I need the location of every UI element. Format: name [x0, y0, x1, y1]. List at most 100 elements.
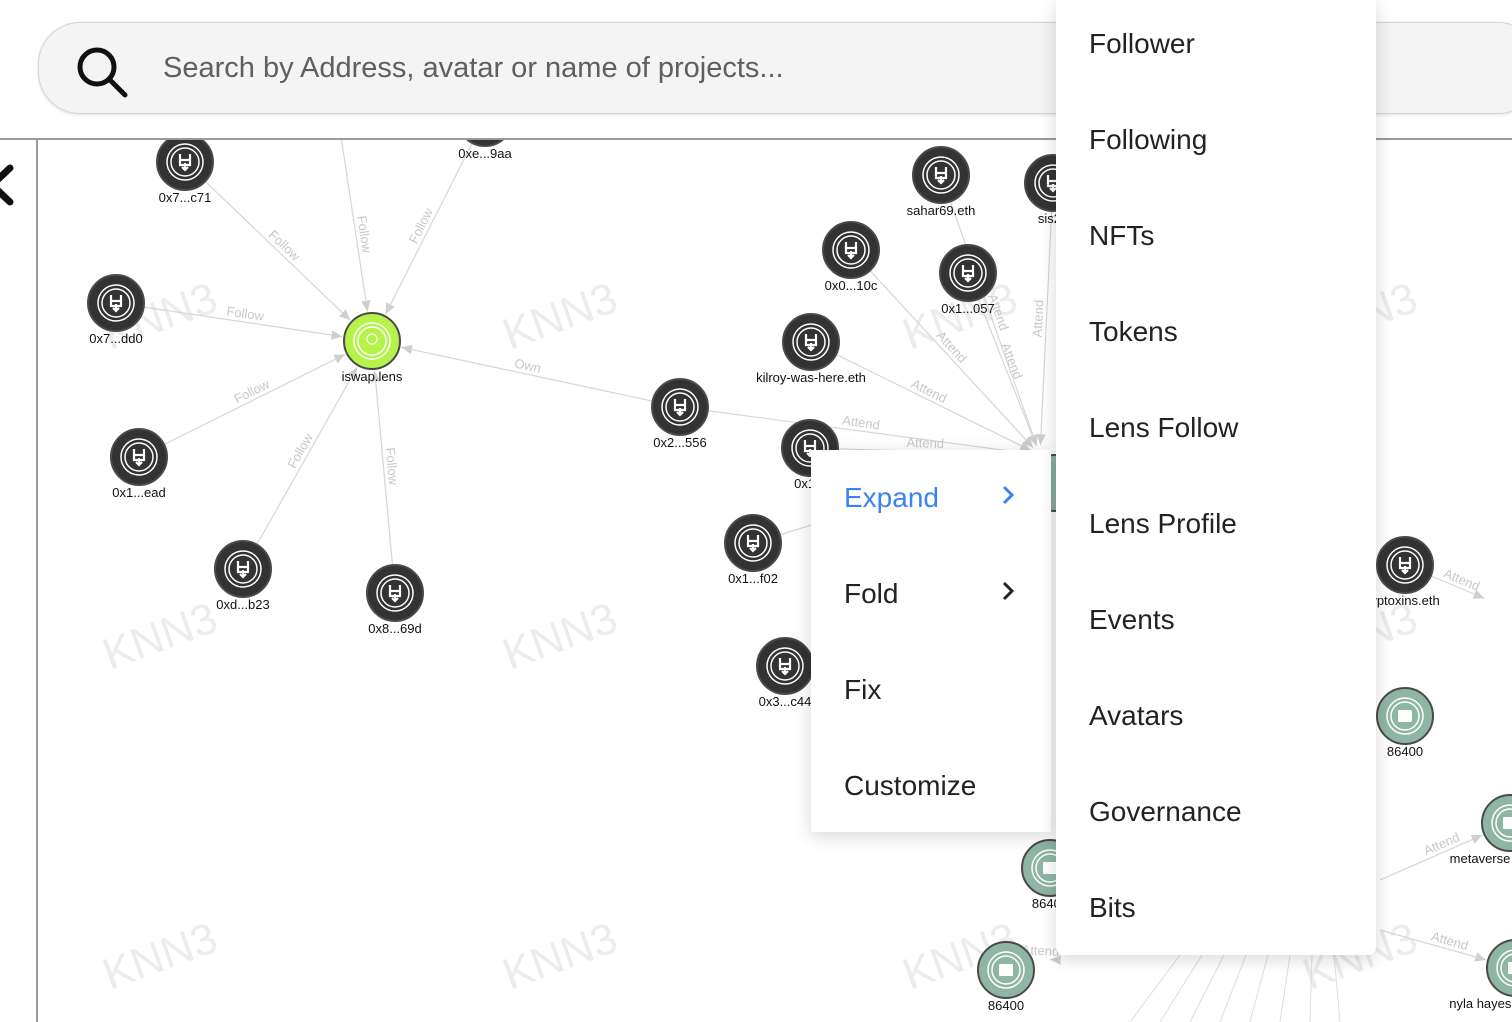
- submenu-item-label: Events: [1089, 604, 1175, 635]
- graph-edge: [138, 353, 346, 458]
- submenu-item-nfts[interactable]: NFTs: [1056, 188, 1376, 284]
- edge-label: Follow: [232, 376, 273, 406]
- search-icon: [77, 47, 128, 98]
- watermark: KNN3: [497, 913, 624, 999]
- edge-label: Follow: [226, 303, 266, 323]
- graph-edge: [242, 366, 358, 570]
- node-label: 0x1...f02: [728, 571, 778, 586]
- watermark: KNN3: [97, 593, 224, 679]
- graph-edge: [1049, 955, 1061, 965]
- menu-item-expand[interactable]: Expand: [811, 450, 1051, 546]
- menu-item-label: Fold: [844, 578, 899, 609]
- expand-submenu: Follower Following NFTs Tokens Lens Follow Le…: [1056, 0, 1376, 955]
- graph-node[interactable]: 0x3...c44: [756, 637, 814, 709]
- submenu-item-lens-follow[interactable]: Lens Follow: [1056, 380, 1376, 476]
- menu-item-label: Customize: [844, 770, 977, 801]
- graph-node[interactable]: 0x1...ead: [110, 428, 168, 500]
- edge-label: Follow: [383, 447, 401, 486]
- edge-label: Attend: [1442, 565, 1482, 593]
- node-label: sahar69.eth: [907, 203, 976, 218]
- node-label: 0x3...c44: [759, 694, 812, 709]
- submenu-item-governance[interactable]: Governance: [1056, 764, 1376, 860]
- graph-edge: [401, 344, 681, 408]
- submenu-item-label: Lens Profile: [1089, 508, 1237, 539]
- submenu-item-label: Avatars: [1089, 700, 1184, 731]
- graph-node[interactable]: 0x0...10c: [822, 221, 880, 293]
- submenu-item-label: Follower: [1089, 28, 1195, 59]
- calendar-icon: [1508, 962, 1512, 974]
- submenu-item-following[interactable]: Following: [1056, 92, 1376, 188]
- node-label: nyla hayes is making h: [1449, 996, 1512, 1011]
- submenu-item-label: NFTs: [1089, 220, 1155, 251]
- graph-edge: [1159, 954, 1203, 1022]
- node-label: 0xd...b23: [216, 597, 270, 612]
- graph-edge: [1249, 954, 1269, 1022]
- edge-label: Follow: [406, 205, 437, 246]
- graph-node[interactable]: sahar69.eth: [907, 146, 976, 218]
- edge-label: Attend: [906, 435, 944, 451]
- graph-node[interactable]: 86400: [1376, 687, 1434, 759]
- menu-item-customize[interactable]: Customize: [811, 738, 1051, 834]
- node-label: 0x8...69d: [368, 621, 422, 636]
- graph-edge: [1219, 954, 1247, 1022]
- node-label: 0x1...057: [941, 301, 995, 316]
- node-label: iswap.lens: [342, 369, 403, 384]
- submenu-item-lens-profile[interactable]: Lens Profile: [1056, 476, 1376, 572]
- chevron-right-icon: [1002, 485, 1015, 505]
- search-input[interactable]: [161, 45, 1065, 91]
- graph-edge: [1279, 954, 1291, 1022]
- calendar-icon: [1398, 710, 1412, 722]
- menu-item-label: Fix: [844, 674, 882, 705]
- watermark: KNN3: [497, 273, 624, 359]
- node-label: metaverse party by c: [1450, 851, 1512, 866]
- edge-label: Follow: [284, 430, 316, 471]
- graph-node[interactable]: yptoxins.eth: [1370, 536, 1440, 608]
- submenu-item-label: Tokens: [1089, 316, 1178, 347]
- graph-node[interactable]: iswap.lens: [342, 312, 403, 384]
- graph-node[interactable]: 0x7...c71: [156, 140, 214, 205]
- graph-edge: [810, 341, 1032, 452]
- graph-node[interactable]: kilroy-was-here.eth: [756, 313, 866, 385]
- submenu-item-events[interactable]: Events: [1056, 572, 1376, 668]
- calendar-icon: [1503, 817, 1512, 829]
- node-label: 0x0...10c: [825, 278, 878, 293]
- node-label: 0x7...c71: [159, 190, 212, 205]
- node-label: kilroy-was-here.eth: [756, 370, 866, 385]
- submenu-item-avatars[interactable]: Avatars: [1056, 668, 1376, 764]
- chevron-right-icon: [1002, 581, 1015, 601]
- node-label: 86400: [988, 998, 1024, 1013]
- graph-node[interactable]: 0x8...69d: [366, 564, 424, 636]
- graph-edge: [1189, 954, 1225, 1022]
- submenu-item-label: Bits: [1089, 892, 1136, 923]
- submenu-item-label: Lens Follow: [1089, 412, 1239, 443]
- edge-label: Attend: [1030, 299, 1047, 337]
- menu-item-fix[interactable]: Fix: [811, 642, 1051, 738]
- edge-label: Attend: [909, 376, 949, 406]
- node-label: 86400: [1387, 744, 1423, 759]
- menu-item-label: Expand: [844, 482, 939, 513]
- submenu-item-label: Governance: [1089, 796, 1242, 827]
- graph-node[interactable]: 0xe...9aa: [457, 140, 513, 161]
- graph-edge: [385, 140, 475, 315]
- node-label: 0xe...9aa: [458, 146, 512, 161]
- menu-item-fold[interactable]: Fold: [811, 546, 1051, 642]
- graph-node[interactable]: 0x1...f02: [724, 514, 782, 586]
- edge-label: Follow: [266, 227, 304, 264]
- calendar-icon: [999, 964, 1013, 976]
- submenu-item-label: Following: [1089, 124, 1208, 155]
- graph-node[interactable]: 0x1...057: [939, 244, 997, 316]
- node-label: 0x1...ead: [112, 485, 166, 500]
- node-label: 0x7...dd0: [89, 331, 143, 346]
- graph-node[interactable]: 0x7...dd0: [87, 274, 145, 346]
- submenu-item-tokens[interactable]: Tokens: [1056, 284, 1376, 380]
- graph-node[interactable]: 0x2...556: [651, 378, 709, 450]
- graph-node[interactable]: 0xd...b23: [214, 540, 272, 612]
- submenu-item-bits[interactable]: Bits: [1056, 860, 1376, 956]
- watermark: KNN3: [97, 913, 224, 999]
- graph-node[interactable]: 86400: [977, 941, 1035, 1013]
- graph-node[interactable]: metaverse party by c: [1450, 794, 1512, 866]
- context-menu: Expand Fold Fix Customize: [811, 450, 1051, 832]
- submenu-item-follower[interactable]: Follower: [1056, 0, 1376, 92]
- edge-label: Follow: [354, 215, 375, 255]
- calendar-icon: [1043, 862, 1057, 874]
